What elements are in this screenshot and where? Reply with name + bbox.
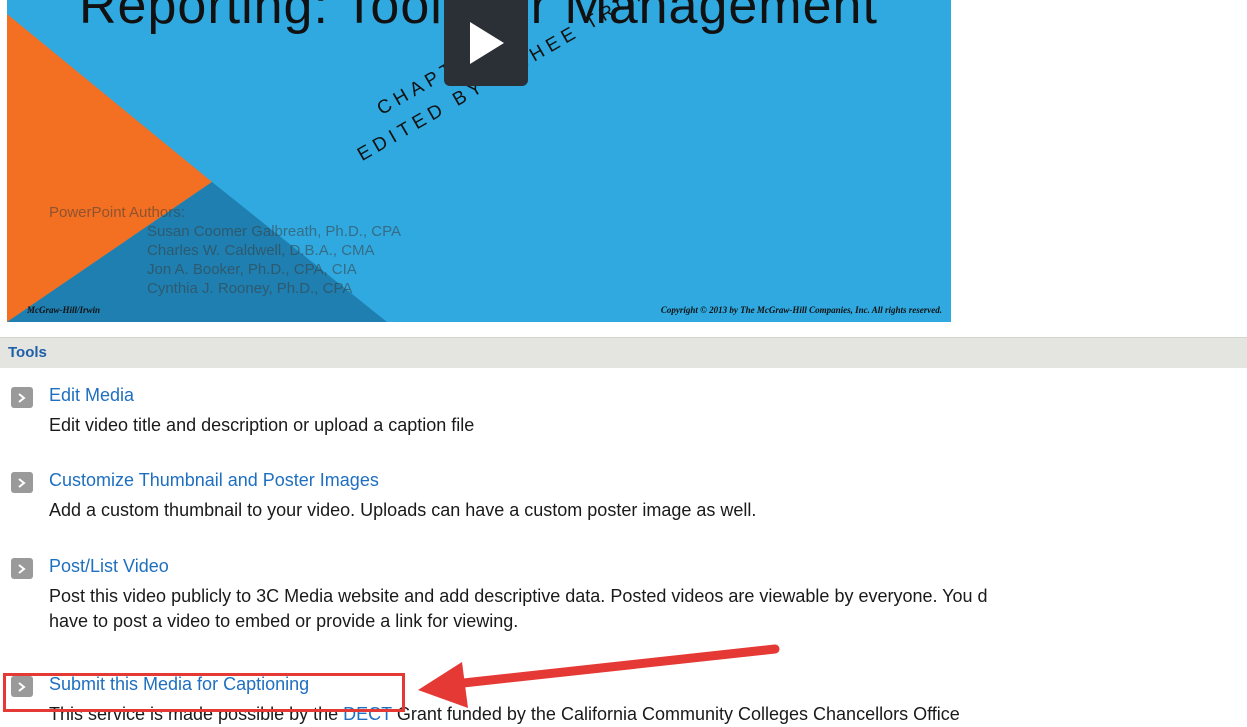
play-button[interactable] bbox=[444, 0, 528, 86]
chevron-right-icon[interactable] bbox=[11, 387, 33, 408]
tools-section-header: Tools bbox=[0, 337, 1247, 368]
customize-thumbnail-link[interactable]: Customize Thumbnail and Poster Images bbox=[49, 470, 379, 491]
post-list-video-link[interactable]: Post/List Video bbox=[49, 556, 169, 577]
author-name: Susan Coomer Galbreath, Ph.D., CPA bbox=[147, 223, 402, 240]
chevron-right-icon[interactable] bbox=[11, 472, 33, 493]
play-icon bbox=[470, 22, 504, 64]
author-name: Cynthia J. Rooney, Ph.D., CPA bbox=[147, 280, 353, 297]
tools-heading: Tools bbox=[8, 344, 47, 361]
tool-description: Add a custom thumbnail to your video. Up… bbox=[49, 500, 757, 520]
author-name: Charles W. Caldwell, D.B.A., CMA bbox=[147, 242, 375, 259]
edit-media-link[interactable]: Edit Media bbox=[49, 385, 134, 406]
publisher-label: McGraw-Hill/Irwin bbox=[27, 305, 101, 315]
author-name: Jon A. Booker, Ph.D., CPA, CIA bbox=[147, 261, 357, 278]
tool-description: Post this video publicly to 3C Media web… bbox=[49, 584, 1247, 634]
authors-block: PowerPoint Authors: Susan Coomer Galbrea… bbox=[49, 203, 401, 298]
highlight-box bbox=[3, 673, 405, 712]
video-player[interactable]: Reporting: Tools for Management CHAPTER … bbox=[7, 0, 951, 322]
chevron-right-icon[interactable] bbox=[11, 558, 33, 579]
tool-description: Edit video title and description or uplo… bbox=[49, 415, 475, 435]
tool-description-line: Post this video publicly to 3C Media web… bbox=[49, 586, 988, 606]
copyright-label: Copyright © 2013 by The McGraw-Hill Comp… bbox=[660, 305, 942, 315]
description-suffix: Grant funded by the California Community… bbox=[391, 704, 960, 724]
tool-description-line: have to post a video to embed or provide… bbox=[49, 611, 519, 631]
authors-heading: PowerPoint Authors: bbox=[49, 204, 185, 221]
